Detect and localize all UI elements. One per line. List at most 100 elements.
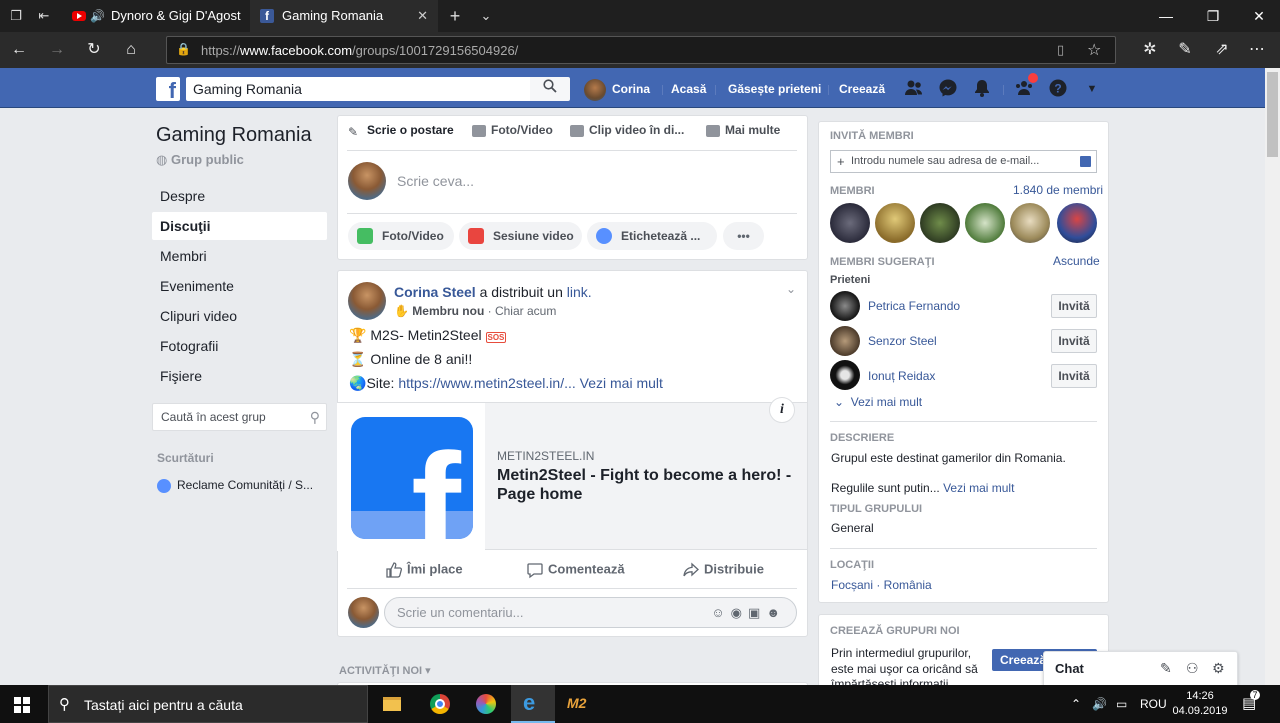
new-message-icon[interactable]: ✎ bbox=[1160, 660, 1172, 677]
invite-input[interactable]: + Introdu numele sau adresa de e-mail... bbox=[830, 150, 1097, 173]
taskbar-file-explorer[interactable] bbox=[370, 685, 414, 723]
member-avatar[interactable] bbox=[920, 203, 960, 243]
action-center-icon[interactable]: ▤ 7 bbox=[1242, 685, 1260, 723]
minimize-icon[interactable]: — bbox=[1143, 0, 1189, 32]
avatar[interactable] bbox=[348, 597, 379, 628]
favorites-icon[interactable]: ✲ bbox=[1137, 37, 1163, 63]
tab-write-post[interactable]: ✎ Scrie o postare bbox=[348, 123, 454, 139]
activity-heading[interactable]: ACTIVITĂŢI NOI ▾ bbox=[339, 664, 431, 677]
see-more-suggested-link[interactable]: ⌄ Vezi mai mult bbox=[834, 395, 922, 409]
group-search-input[interactable]: Caută în acest grup ⚲ bbox=[152, 403, 327, 431]
post-site-link[interactable]: https://www.metin2steel.in/... bbox=[398, 375, 575, 391]
suggested-member-name[interactable]: Senzor Steel bbox=[868, 334, 937, 348]
suggested-member-name[interactable]: Ionuț Reidax bbox=[868, 369, 935, 383]
facebook-logo-icon[interactable]: f bbox=[156, 77, 180, 101]
favorite-star-icon[interactable]: ☆ bbox=[1087, 40, 1101, 60]
link-preview-image[interactable]: f bbox=[337, 403, 485, 551]
avatar[interactable] bbox=[348, 162, 386, 200]
search-icon[interactable] bbox=[530, 77, 570, 101]
nav-videos[interactable]: Clipuri video bbox=[152, 302, 327, 330]
info-icon[interactable]: i bbox=[769, 397, 795, 423]
tab-more[interactable]: Mai multe bbox=[706, 123, 780, 137]
create-group-chat-icon[interactable]: ⚇ bbox=[1186, 660, 1199, 677]
tab-list-chevron-icon[interactable]: ⌄ bbox=[476, 6, 496, 26]
post-options-chevron-icon[interactable]: ⌄ bbox=[786, 282, 796, 296]
help-icon[interactable]: ? bbox=[1047, 78, 1069, 100]
nav-events[interactable]: Evenimente bbox=[152, 272, 327, 300]
tab-actions-icon[interactable]: ❐ bbox=[6, 6, 26, 26]
hide-link[interactable]: Ascunde bbox=[1053, 254, 1100, 268]
pen-icon[interactable]: ✎ bbox=[1172, 37, 1198, 63]
share-button[interactable]: Distribuie bbox=[682, 561, 764, 579]
close-window-icon[interactable]: ✕ bbox=[1236, 0, 1280, 32]
tab-photo-video[interactable]: Foto/Video bbox=[472, 123, 553, 137]
nav-photos[interactable]: Fotografii bbox=[152, 332, 327, 360]
close-tab-icon[interactable]: ✕ bbox=[417, 0, 428, 32]
taskbar-chrome[interactable] bbox=[418, 685, 462, 723]
tag-friends-button[interactable]: Etichetează ... bbox=[587, 222, 717, 250]
tab-live-video[interactable]: Clip video în di... bbox=[570, 123, 684, 137]
nav-discussion[interactable]: Discuţii bbox=[152, 212, 327, 240]
invite-button[interactable]: Invită bbox=[1051, 329, 1097, 353]
language-indicator[interactable]: ROU bbox=[1140, 685, 1167, 723]
member-avatar[interactable] bbox=[875, 203, 915, 243]
profile-link[interactable]: Corina bbox=[584, 78, 650, 101]
network-icon[interactable]: ▭ bbox=[1116, 685, 1127, 723]
avatar[interactable] bbox=[830, 360, 860, 390]
link-preview[interactable]: f METIN2STEEL.IN Metin2Steel - Fight to … bbox=[337, 397, 807, 551]
link-preview-title[interactable]: Metin2Steel - Fight to become a hero! - … bbox=[497, 466, 797, 504]
gif-icon[interactable]: ▣ bbox=[748, 605, 766, 620]
invite-button[interactable]: Invită bbox=[1051, 364, 1097, 388]
notifications-bell-icon[interactable] bbox=[971, 78, 993, 100]
taskbar-paint[interactable] bbox=[464, 685, 508, 723]
more-icon[interactable]: ⋯ bbox=[1244, 37, 1270, 63]
fb-search-input[interactable]: Gaming Romania bbox=[186, 77, 530, 101]
group-title[interactable]: Gaming Romania bbox=[156, 124, 312, 147]
nav-members[interactable]: Membri bbox=[152, 242, 327, 270]
location-link[interactable]: Focșani · România bbox=[831, 578, 932, 592]
account-menu-chevron-icon[interactable]: ▼ bbox=[1081, 78, 1103, 100]
sticker-icon[interactable]: ☻ bbox=[766, 605, 786, 620]
avatar[interactable] bbox=[830, 291, 860, 321]
avatar[interactable] bbox=[348, 282, 386, 320]
address-book-icon[interactable] bbox=[1080, 156, 1091, 167]
messenger-icon[interactable] bbox=[937, 78, 959, 100]
scrollbar-thumb[interactable] bbox=[1267, 72, 1278, 157]
watch-party-button[interactable]: Sesiune video bbox=[459, 222, 582, 250]
post-time[interactable]: Chiar acum bbox=[495, 304, 556, 318]
avatar[interactable] bbox=[830, 326, 860, 356]
more-options-button[interactable]: ••• bbox=[723, 222, 764, 250]
back-icon[interactable]: ← bbox=[6, 37, 32, 63]
taskbar-search-input[interactable]: ⚲ Tastați aici pentru a căuta bbox=[48, 685, 368, 723]
comment-button[interactable]: Comentează bbox=[526, 561, 625, 579]
see-more-link[interactable]: Vezi mai mult bbox=[580, 375, 663, 391]
post-author-link[interactable]: Corina Steel bbox=[394, 284, 476, 300]
photo-video-button[interactable]: Foto/Video bbox=[348, 222, 454, 250]
volume-icon[interactable]: 🔊 bbox=[1092, 685, 1107, 723]
emoji-icon[interactable]: ☺ bbox=[711, 605, 730, 620]
members-count-link[interactable]: 1.840 de membri bbox=[1013, 183, 1103, 197]
taskbar-metin2[interactable]: M2 bbox=[557, 685, 601, 723]
nav-home-link[interactable]: Acasă bbox=[671, 78, 706, 100]
forward-icon[interactable]: → bbox=[44, 37, 70, 63]
invite-button[interactable]: Invită bbox=[1051, 294, 1097, 318]
set-aside-tabs-icon[interactable]: ⇤ bbox=[34, 6, 54, 26]
search-icon[interactable]: ⚲ bbox=[310, 404, 320, 430]
member-avatar[interactable] bbox=[965, 203, 1005, 243]
share-icon[interactable]: ⇗ bbox=[1209, 37, 1235, 63]
like-button[interactable]: Îmi place bbox=[385, 561, 463, 579]
chat-settings-gear-icon[interactable]: ⚙ bbox=[1212, 660, 1225, 677]
clock[interactable]: 14:26 04.09.2019 bbox=[1172, 689, 1228, 719]
tab-youtube[interactable]: 🔊 Dynoro & Gigi D'Agost bbox=[62, 0, 248, 32]
speaker-icon[interactable]: 🔊 bbox=[90, 9, 105, 23]
comment-input[interactable]: Scrie un comentariu... ☺◉▣☻ bbox=[384, 597, 797, 628]
new-tab-icon[interactable]: + bbox=[445, 6, 465, 26]
address-bar[interactable]: 🔒 https://www.facebook.com/groups/100172… bbox=[166, 36, 1116, 64]
friend-requests-icon[interactable] bbox=[903, 78, 925, 100]
member-avatar[interactable] bbox=[1057, 203, 1097, 243]
nav-files[interactable]: Fişiere bbox=[152, 362, 327, 390]
member-avatar[interactable] bbox=[1010, 203, 1050, 243]
composer-input[interactable]: Scrie ceva... bbox=[397, 173, 474, 189]
tab-facebook[interactable]: f Gaming Romania ✕ bbox=[250, 0, 438, 32]
taskbar-edge[interactable]: e bbox=[511, 685, 555, 723]
